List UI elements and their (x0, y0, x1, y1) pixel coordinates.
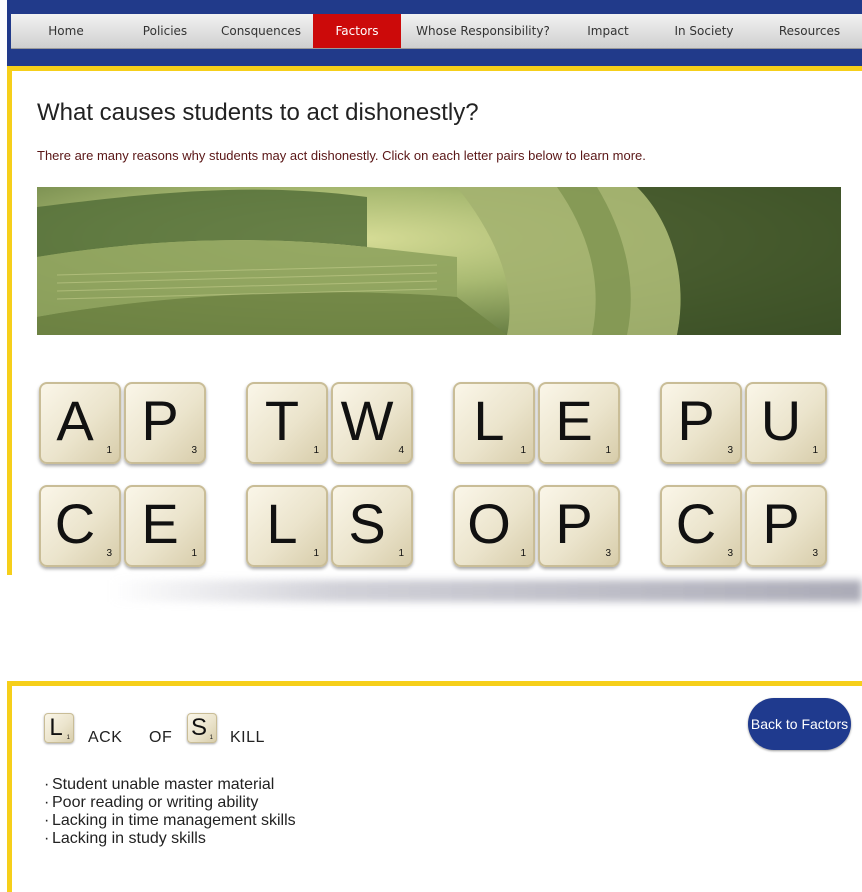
books-banner-image (37, 187, 841, 335)
letter-tile: L 1 (453, 382, 535, 464)
list-item: · Student unable master material (44, 776, 275, 793)
letter-tile: P 3 (124, 382, 206, 464)
list-item: · Lacking in time management skills (44, 812, 296, 829)
tile-letter: E (555, 389, 593, 452)
heading-word-ack: ACK (88, 729, 123, 746)
letter-tile: E 1 (538, 382, 620, 464)
tile-letter: U (760, 389, 802, 452)
tile-points: 3 (191, 445, 197, 456)
tile-letter: E (141, 492, 179, 555)
list-item-text: Lacking in study skills (52, 830, 206, 847)
tile-points: 1 (313, 445, 319, 456)
letter-tile: O 1 (453, 485, 535, 567)
tile-letter: L (266, 492, 298, 555)
letter-tile: L 1 (246, 485, 328, 567)
tile-points: 3 (727, 445, 733, 456)
letter-tile: W 4 (331, 382, 413, 464)
heading-word-of: OF (149, 729, 173, 746)
tile-points: 4 (398, 445, 404, 456)
letter-tile: C 3 (660, 485, 742, 567)
list-item: · Poor reading or writing ability (44, 794, 259, 811)
main-nav: Home Policies Consquences Factors Whose … (11, 14, 862, 49)
tile-letter: S (190, 714, 207, 741)
tile-points: 1 (520, 548, 526, 559)
letter-tile: E 1 (124, 485, 206, 567)
tile-letter: W (340, 389, 394, 452)
list-item-text: Poor reading or writing ability (52, 794, 259, 811)
heading-tile-l: L 1 (44, 713, 74, 743)
tile-points: 3 (605, 548, 611, 559)
letter-tile: P 3 (660, 382, 742, 464)
letter-tile: P 3 (745, 485, 827, 567)
tile-points: 1 (106, 445, 112, 456)
nav-in-society[interactable]: In Society (651, 14, 757, 48)
panel-shadow (110, 580, 862, 602)
nav-factors[interactable]: Factors (313, 14, 401, 48)
nav-impact[interactable]: Impact (565, 14, 651, 48)
letter-tile: U 1 (745, 382, 827, 464)
letter-tile: P 3 (538, 485, 620, 567)
reasons-list: · Student unable master material · Poor re… (44, 776, 296, 848)
letter-tile: C 3 (39, 485, 121, 567)
tile-letter: T (264, 389, 300, 452)
heading-word-kill: KILL (230, 729, 265, 746)
page-title: What causes students to act dishonestly? (37, 99, 479, 126)
heading-tile-s: S 1 (187, 713, 217, 743)
tile-points: 1 (313, 548, 319, 559)
tile-points: 1 (209, 735, 213, 741)
nav-home[interactable]: Home (11, 14, 121, 48)
back-to-factors-button[interactable]: Back to Factors (748, 698, 851, 750)
intro-text: There are many reasons why students may … (37, 148, 646, 163)
tile-points: 1 (520, 445, 526, 456)
list-item-text: Student unable master material (52, 776, 275, 793)
tile-letter: L (473, 389, 505, 452)
letter-tile: A 1 (39, 382, 121, 464)
tile-points: 1 (398, 548, 404, 559)
tile-letter: C (54, 492, 96, 555)
nav-policies[interactable]: Policies (121, 14, 209, 48)
letter-tile: S 1 (331, 485, 413, 567)
tile-letter: P (555, 492, 593, 555)
tile-points: 3 (106, 548, 112, 559)
tile-points: 1 (605, 445, 611, 456)
tile-points: 3 (727, 548, 733, 559)
list-item: · Lacking in study skills (44, 830, 206, 847)
tile-points: 3 (812, 548, 818, 559)
tile-letter: C (675, 492, 717, 555)
tile-letter: S (348, 492, 386, 555)
list-item-text: Lacking in time management skills (52, 812, 296, 829)
tile-letter: P (141, 389, 179, 452)
tile-points: 1 (191, 548, 197, 559)
tile-letter: P (762, 492, 800, 555)
nav-consquences[interactable]: Consquences (209, 14, 313, 48)
nav-resources[interactable]: Resources (757, 14, 862, 48)
tile-letter: L (49, 714, 63, 741)
nav-whose-responsibility[interactable]: Whose Responsibility? (401, 14, 565, 48)
tile-letter: O (467, 492, 511, 555)
tile-letter: A (56, 389, 94, 452)
tile-points: 1 (812, 445, 818, 456)
tile-letter: P (677, 389, 715, 452)
letter-tile: T 1 (246, 382, 328, 464)
tile-points: 1 (66, 735, 70, 741)
